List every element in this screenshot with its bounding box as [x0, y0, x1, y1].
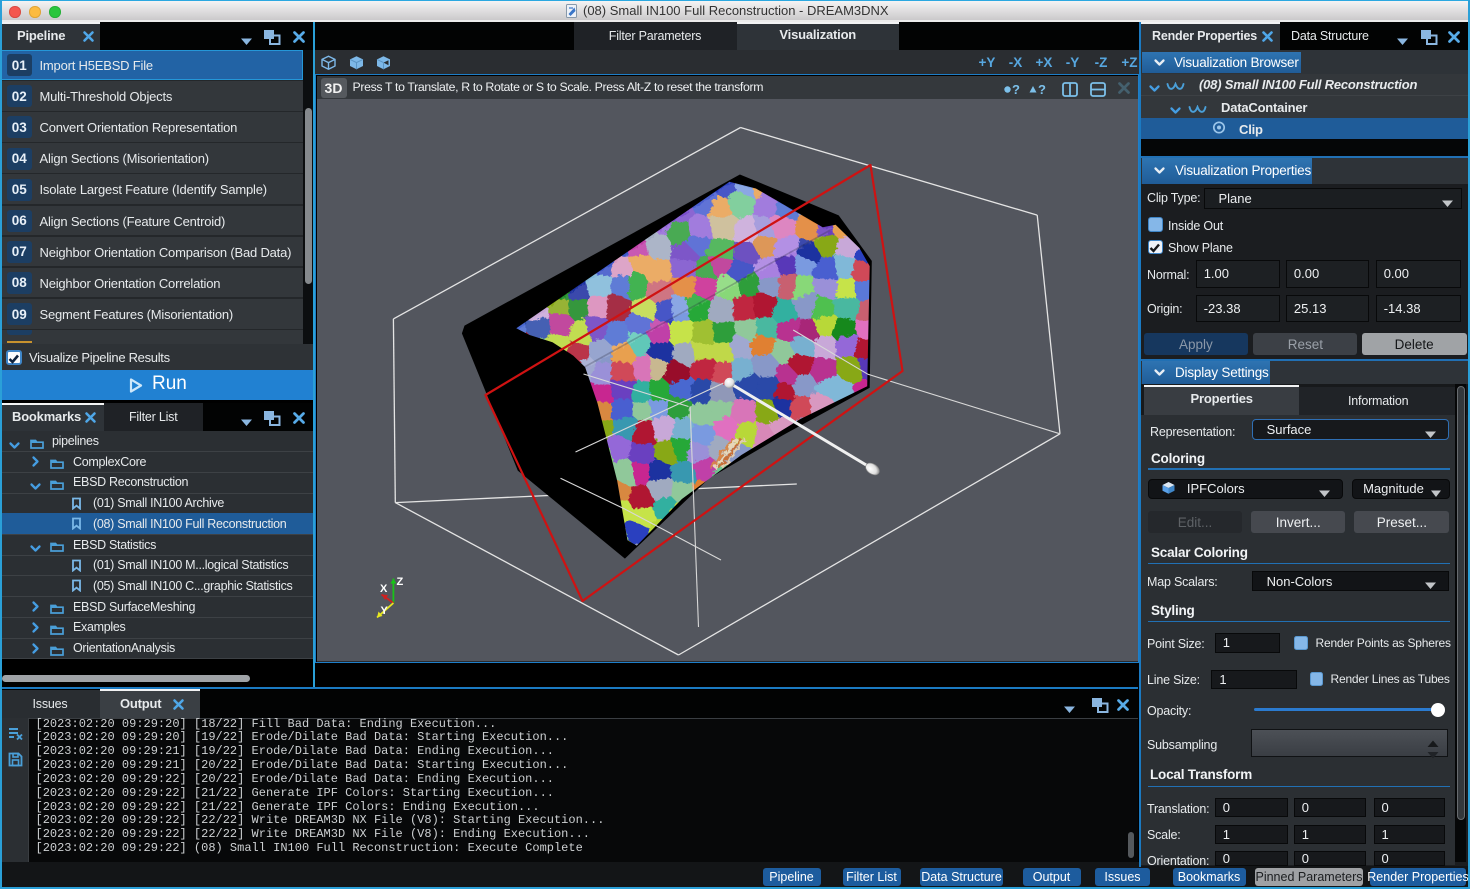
svg-text:?: ? [1038, 82, 1046, 97]
svg-text:Z: Z [396, 576, 403, 588]
svg-text:?: ? [1012, 82, 1020, 97]
svg-text:X: X [380, 583, 388, 595]
svg-text:Y: Y [380, 605, 388, 617]
